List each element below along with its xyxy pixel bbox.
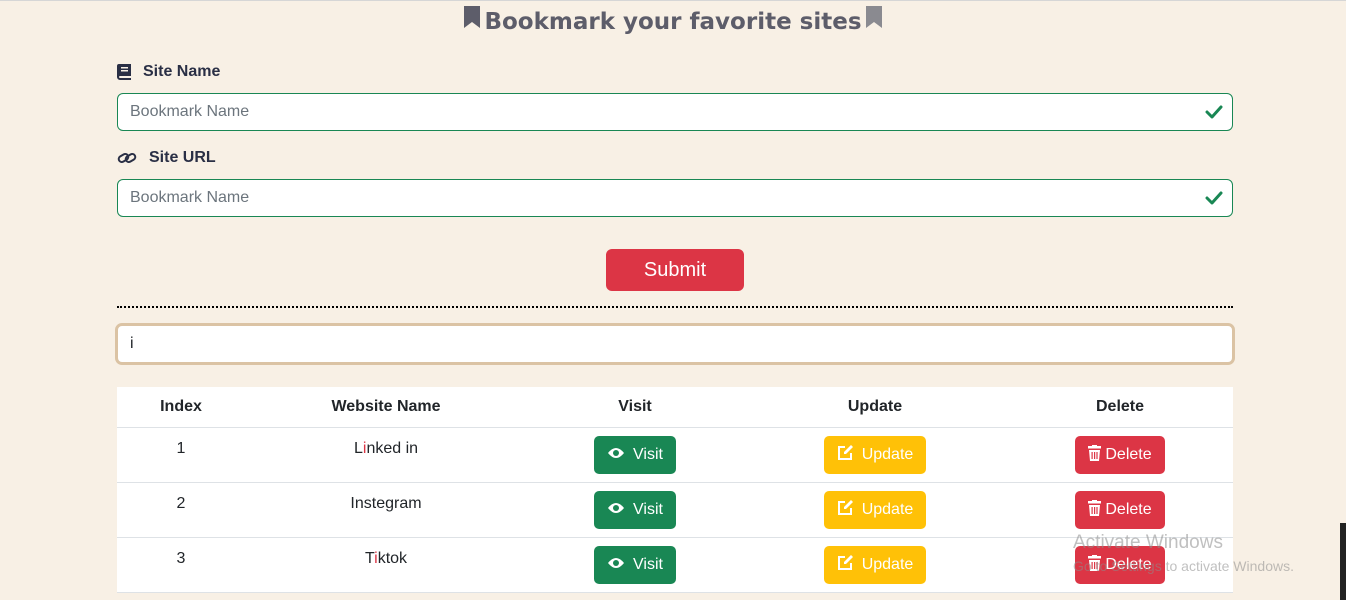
book-icon	[117, 64, 131, 80]
update-cell: Update	[743, 482, 1007, 538]
row-website-name: Tiktok	[245, 537, 527, 593]
visit-button[interactable]: Visit	[594, 491, 676, 529]
valid-check-icon	[1205, 103, 1223, 126]
page-title: Bookmark your favorite sites	[0, 5, 1346, 38]
site-name-field[interactable]	[117, 93, 1233, 131]
page-title-text: Bookmark your favorite sites	[484, 9, 862, 35]
valid-check-icon	[1205, 189, 1223, 212]
row-index: 2	[117, 482, 245, 538]
header-website-name: Website Name	[245, 387, 527, 428]
name-part: L	[353, 440, 363, 457]
name-part: nked in	[366, 440, 419, 457]
update-button[interactable]: Update	[823, 436, 927, 474]
bookmark-page: Bookmark your favorite sites Site Name B…	[0, 0, 1346, 600]
edit-icon	[837, 554, 854, 576]
search-input[interactable]	[118, 326, 1232, 362]
bookmarks-table: Index Website Name Visit Update Delete 1…	[117, 387, 1233, 593]
site-url-label: Site URL	[117, 149, 216, 167]
visit-button[interactable]: Visit	[594, 546, 676, 584]
header-update: Update	[743, 387, 1007, 428]
trash-icon	[1088, 444, 1102, 466]
site-url-field[interactable]	[117, 179, 1233, 217]
trash-icon	[1088, 499, 1102, 521]
header-visit: Visit	[527, 387, 743, 428]
dotted-divider	[117, 306, 1233, 308]
edit-icon	[837, 499, 854, 521]
header-delete: Delete	[1007, 387, 1233, 428]
bookmark-icon	[464, 5, 481, 36]
delete-cell: Delete	[1007, 482, 1233, 538]
link-icon	[117, 150, 137, 166]
delete-button-label: Delete	[1105, 501, 1152, 518]
table-header-row: Index Website Name Visit Update Delete	[117, 387, 1233, 428]
delete-button[interactable]: Delete	[1075, 436, 1165, 474]
visit-button-label: Visit	[633, 556, 663, 573]
delete-button[interactable]: Delete	[1075, 491, 1165, 529]
site-name-label: Site Name	[117, 63, 220, 81]
name-part: Instegram	[350, 495, 422, 512]
eye-icon	[607, 501, 625, 520]
row-website-name: Linked in	[245, 427, 527, 483]
row-index: 3	[117, 537, 245, 593]
visit-cell: Visit	[527, 537, 743, 593]
visit-button-label: Visit	[633, 446, 663, 463]
table-row: 1 Linked in Visit Update Delete	[117, 427, 1233, 483]
visit-cell: Visit	[527, 482, 743, 538]
bookmark-icon	[865, 5, 882, 36]
row-index: 1	[117, 427, 245, 483]
search-field[interactable]	[115, 323, 1235, 365]
table-row: 3 Tiktok Visit Update Delete	[117, 537, 1233, 593]
update-cell: Update	[743, 427, 1007, 483]
delete-button-label: Delete	[1105, 556, 1152, 573]
visit-button-label: Visit	[633, 501, 663, 518]
update-button[interactable]: Update	[823, 491, 927, 529]
delete-button-label: Delete	[1105, 446, 1152, 463]
eye-icon	[607, 446, 625, 465]
submit-button[interactable]: Submit	[606, 249, 744, 291]
site-name-input[interactable]	[118, 94, 1202, 130]
row-website-name: Instegram	[245, 482, 527, 538]
name-part: T	[364, 550, 375, 567]
delete-button[interactable]: Delete	[1075, 546, 1165, 584]
update-button-label: Update	[861, 501, 914, 518]
table-row: 2 Instegram Visit Update Delete	[117, 482, 1233, 538]
eye-icon	[607, 556, 625, 575]
site-name-label-text: Site Name	[143, 63, 221, 80]
update-cell: Update	[743, 537, 1007, 593]
delete-cell: Delete	[1007, 427, 1233, 483]
edit-icon	[837, 444, 854, 466]
visit-cell: Visit	[527, 427, 743, 483]
header-index: Index	[117, 387, 245, 428]
update-button[interactable]: Update	[823, 546, 927, 584]
update-button-label: Update	[861, 446, 914, 463]
visit-button[interactable]: Visit	[594, 436, 676, 474]
trash-icon	[1088, 554, 1102, 576]
window-edge	[1340, 523, 1346, 600]
delete-cell: Delete	[1007, 537, 1233, 593]
name-part: ktok	[377, 550, 408, 567]
site-url-input[interactable]	[118, 180, 1202, 216]
site-url-label-text: Site URL	[149, 149, 216, 166]
update-button-label: Update	[861, 556, 914, 573]
